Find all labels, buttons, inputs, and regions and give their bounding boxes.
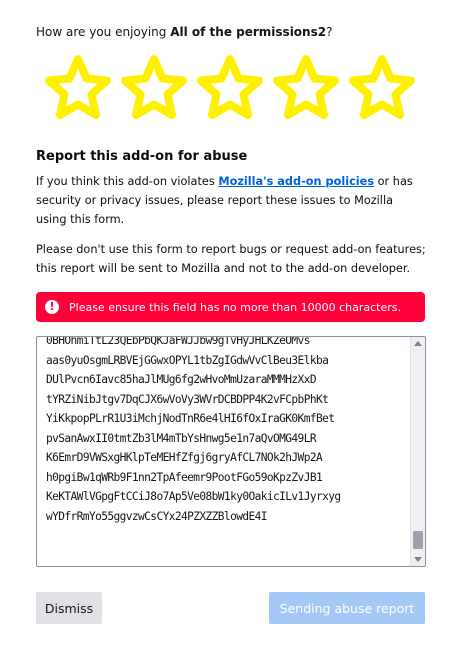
send-report-button[interactable]: Sending abuse report (269, 592, 425, 624)
policy-link[interactable]: Mozilla's add-on policies (218, 175, 374, 188)
report-heading: Report this add-on for abuse (36, 149, 248, 164)
dismiss-button[interactable]: Dismiss (36, 592, 102, 624)
star-icon-4[interactable] (272, 54, 340, 122)
scroll-thumb[interactable] (413, 531, 423, 549)
star-icon-3[interactable] (196, 54, 264, 122)
error-icon: ! (45, 300, 59, 314)
addon-name: All of the permissions2 (170, 25, 327, 39)
textarea-scrollbar[interactable] (410, 337, 425, 566)
star-icon-5[interactable] (348, 54, 416, 122)
textarea-value[interactable]: 0BHOhmiTtL23QEbPbQKJaFWJJbw9gTvHyJHLKZeO… (46, 337, 396, 526)
scroll-up-icon[interactable] (414, 341, 422, 346)
star-icon-1[interactable] (44, 54, 112, 122)
error-message: Please ensure this field has no more tha… (69, 300, 401, 314)
intro-text-before: If you think this add-on violates (36, 175, 219, 188)
error-banner: ! Please ensure this field has no more t… (36, 292, 425, 322)
report-note: Please don't use this form to report bug… (36, 243, 426, 275)
report-intro: If you think this add-on violates Mozill… (36, 172, 421, 229)
question-prefix: How are you enjoying (36, 25, 171, 39)
abuse-report-textarea[interactable]: 0BHOhmiTtL23QEbPbQKJaFWJJbw9gTvHyJHLKZeO… (36, 336, 426, 567)
star-icon-2[interactable] (120, 54, 188, 122)
star-rating[interactable] (44, 54, 416, 122)
scroll-down-icon[interactable] (414, 557, 422, 562)
question-suffix: ? (326, 25, 333, 39)
rating-question: How are you enjoying All of the permissi… (36, 24, 332, 40)
